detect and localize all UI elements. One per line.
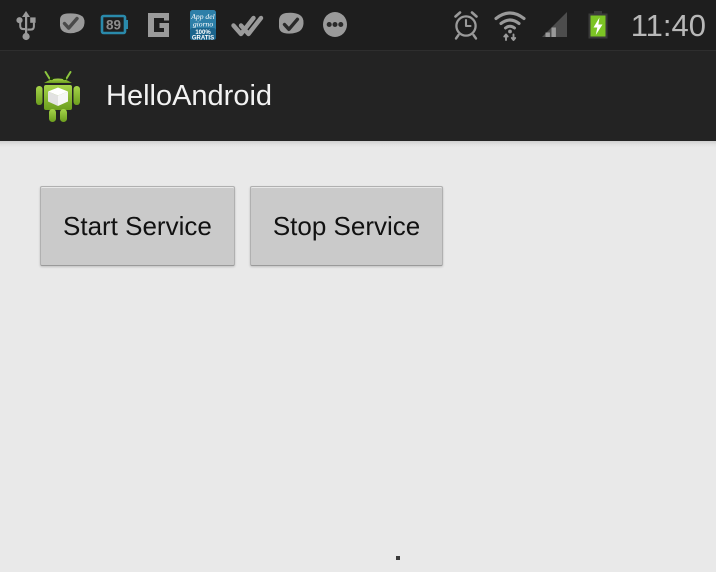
more-dots-icon (323, 12, 347, 37)
usb-icon (16, 11, 36, 41)
app-del-giorno-icon: App del giorno 100% GRATIS (190, 10, 216, 42)
check-badge-icon (60, 13, 85, 34)
svg-text:giorno: giorno (193, 20, 213, 29)
status-bar[interactable]: 89 App del giorno 100% GRATIS 11:40 (0, 0, 716, 50)
wifi-data-icon (494, 11, 526, 41)
action-bar[interactable]: HelloAndroid (0, 51, 716, 141)
check-circle-icon (278, 12, 304, 34)
service-button-row: Start Service Stop Service (40, 186, 444, 266)
counter-89-icon: 89 (100, 14, 128, 35)
cursor-dot (396, 556, 400, 560)
svg-text:89: 89 (106, 18, 121, 33)
main-content: Start Service Stop Service (0, 147, 716, 572)
android-device-screen: 89 App del giorno 100% GRATIS 11:40 Hell… (0, 0, 716, 572)
alarm-clock-icon (453, 11, 478, 40)
android-robot-icon (36, 71, 80, 122)
status-bar-system-area[interactable]: 11:40 (449, 8, 708, 42)
status-bar-notification-area[interactable]: 89 App del giorno 100% GRATIS (10, 8, 352, 42)
cell-signal-icon (541, 12, 567, 37)
g-logo-icon (148, 13, 169, 37)
start-service-button[interactable]: Start Service (40, 186, 235, 266)
status-bar-clock: 11:40 (630, 7, 706, 43)
stop-service-button[interactable]: Stop Service (249, 186, 444, 266)
battery-charging-icon (588, 11, 608, 39)
app-title: HelloAndroid (106, 79, 273, 112)
double-check-icon (231, 15, 264, 37)
svg-text:GRATIS: GRATIS (192, 36, 214, 42)
